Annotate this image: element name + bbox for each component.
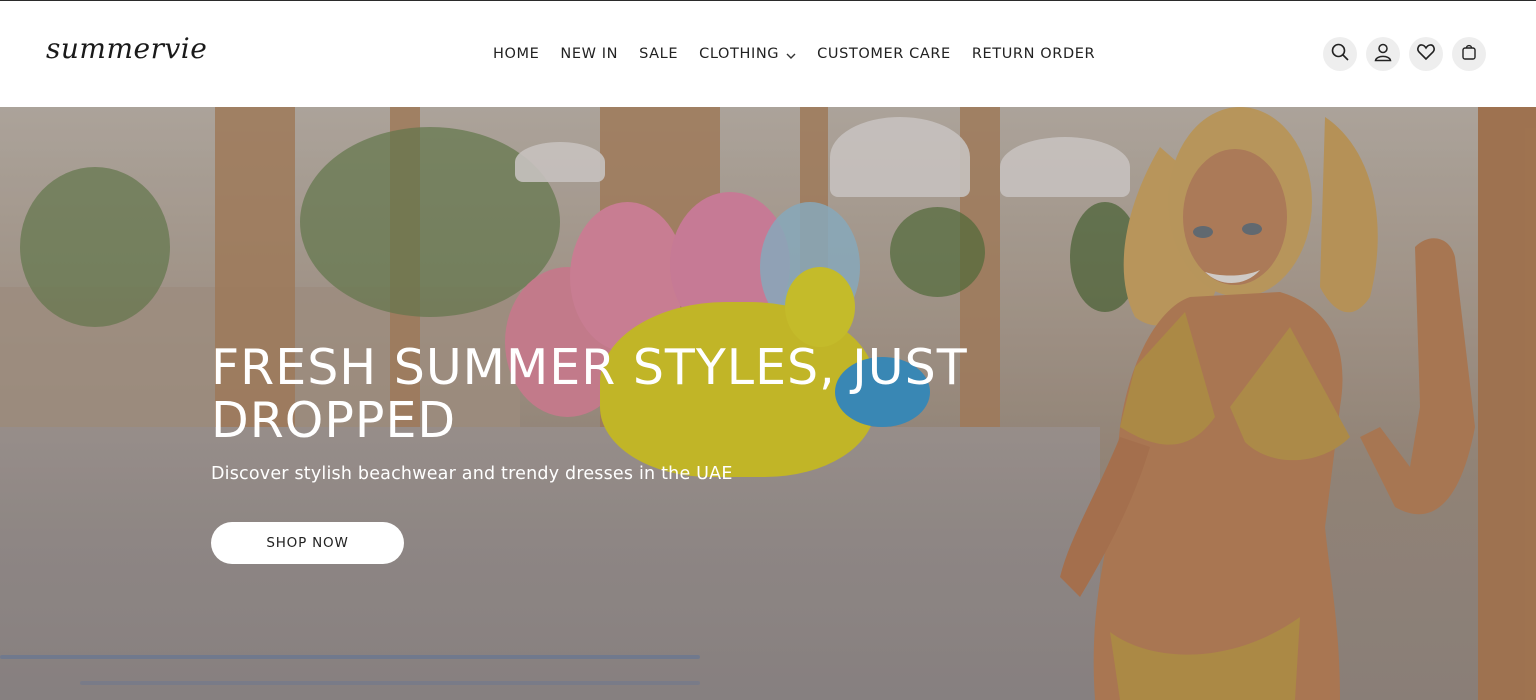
- wishlist-button[interactable]: [1409, 37, 1443, 71]
- search-icon: [1330, 42, 1350, 66]
- search-button[interactable]: [1323, 37, 1357, 71]
- hero-title: FRESH SUMMER STYLES, JUST DROPPED: [211, 339, 968, 449]
- main-nav: HOME NEW IN SALE CLOTHING CUSTOMER CARE …: [493, 44, 1095, 64]
- nav-item-return-order[interactable]: RETURN ORDER: [972, 46, 1095, 62]
- shop-now-button[interactable]: SHOP NOW: [211, 522, 404, 564]
- wishlist-heart-icon: [1416, 42, 1436, 66]
- brand-logo[interactable]: summervie: [46, 32, 207, 65]
- account-icon: [1373, 42, 1393, 66]
- nav-item-clothing[interactable]: CLOTHING: [699, 46, 796, 62]
- nav-item-clothing-label: CLOTHING: [699, 46, 780, 62]
- hero-banner: FRESH SUMMER STYLES, JUST DROPPED Discov…: [0, 107, 1536, 700]
- site-header: summervie HOME NEW IN SALE CLOTHING CUST…: [0, 1, 1536, 107]
- cart-icon: [1459, 42, 1479, 66]
- account-button[interactable]: [1366, 37, 1400, 71]
- nav-item-home[interactable]: HOME: [493, 46, 539, 62]
- cart-button[interactable]: [1452, 37, 1486, 71]
- hero-subtitle: Discover stylish beachwear and trendy dr…: [211, 464, 733, 484]
- nav-item-customer-care[interactable]: CUSTOMER CARE: [817, 46, 951, 62]
- nav-item-new-in[interactable]: NEW IN: [560, 46, 618, 62]
- header-actions: [1323, 37, 1486, 71]
- chevron-down-icon: [786, 49, 796, 59]
- nav-item-sale[interactable]: SALE: [639, 46, 678, 62]
